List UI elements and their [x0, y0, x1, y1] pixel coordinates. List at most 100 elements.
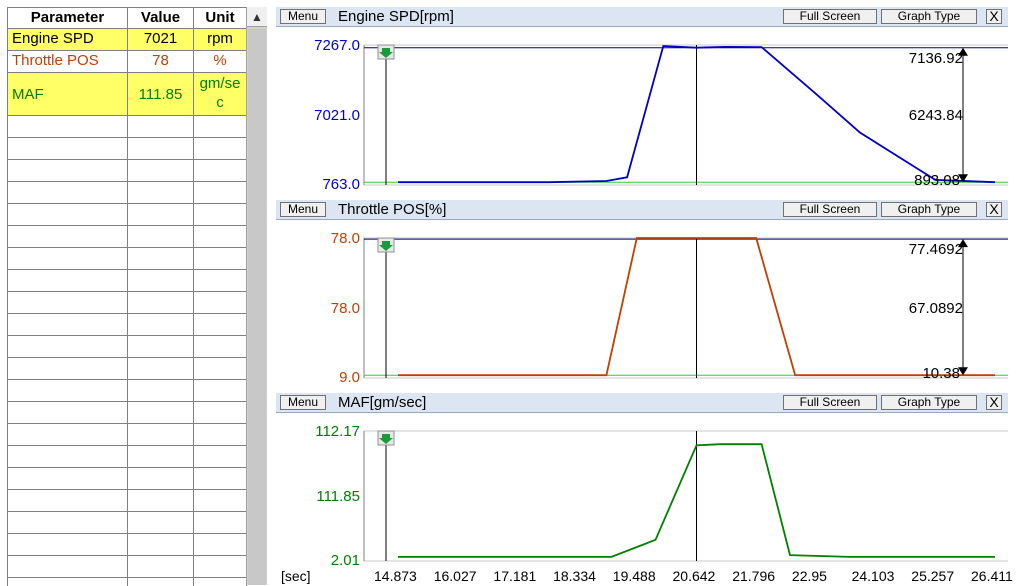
table-row-empty[interactable]	[8, 336, 247, 358]
table-row-empty[interactable]	[8, 182, 247, 204]
table-header-row: Parameter Value Unit	[8, 8, 247, 29]
graph-panel-throttle-pos: Menu Throttle POS[%] Full Screen Graph T…	[276, 200, 1008, 385]
table-row-empty[interactable]	[8, 270, 247, 292]
table-cell-empty	[8, 534, 128, 556]
table-row-empty[interactable]	[8, 292, 247, 314]
graph-panel-engine-spd: Menu Engine SPD[rpm] Full Screen Graph T…	[276, 7, 1008, 192]
throttle-pos-plot[interactable]: 78.0 78.0 9.0 77.4692 67.0892 10.38	[276, 220, 1008, 385]
cursor-delta-value: 6243.84	[909, 107, 963, 124]
table-cell-empty	[128, 204, 194, 226]
column-header-unit[interactable]: Unit	[194, 8, 247, 29]
scroll-up-arrow-icon[interactable]: ▲	[247, 7, 267, 27]
close-button[interactable]: X	[986, 202, 1002, 217]
cursor-top-value: 77.4692	[909, 241, 963, 258]
table-row-empty[interactable]	[8, 490, 247, 512]
y-tick-top: 112.17	[315, 423, 360, 440]
y-tick-mid: 111.85	[316, 488, 360, 505]
row-unit: %	[194, 51, 247, 73]
table-cell-empty	[8, 182, 128, 204]
table-cell-empty	[8, 468, 128, 490]
menu-button[interactable]: Menu	[280, 9, 326, 24]
cursor-delta-value: 67.0892	[909, 300, 963, 317]
table-cell-empty	[8, 248, 128, 270]
time-axis-tick: 26.411	[971, 568, 1013, 584]
table-row-empty[interactable]	[8, 138, 247, 160]
table-cell-empty	[194, 446, 247, 468]
table-cell-empty	[128, 248, 194, 270]
table-cell-empty	[8, 490, 128, 512]
table-row-empty[interactable]	[8, 424, 247, 446]
table-cell-empty	[128, 160, 194, 182]
table-row-empty[interactable]	[8, 358, 247, 380]
table-row-empty[interactable]	[8, 226, 247, 248]
table-row-maf[interactable]: MAF 111.85 gm/sec	[8, 73, 247, 116]
table-row-empty[interactable]	[8, 204, 247, 226]
table-row-empty[interactable]	[8, 402, 247, 424]
table-row-empty[interactable]	[8, 468, 247, 490]
table-row-engine-spd[interactable]: Engine SPD 7021 rpm	[8, 29, 247, 51]
full-screen-button[interactable]: Full Screen	[783, 9, 877, 24]
table-row-empty[interactable]	[8, 116, 247, 138]
graph-type-button[interactable]: Graph Type	[881, 9, 977, 24]
y-tick-top: 78.0	[331, 230, 360, 247]
plot-area	[363, 430, 1008, 562]
table-cell-empty	[8, 204, 128, 226]
time-axis-tick: 19.488	[612, 568, 656, 584]
table-row-empty[interactable]	[8, 556, 247, 578]
table-cell-empty	[128, 270, 194, 292]
table-cell-empty	[194, 556, 247, 578]
marker-down-arrow-icon	[377, 44, 395, 60]
scroll-thumb[interactable]	[248, 29, 266, 585]
row-value: 78	[128, 51, 194, 73]
table-row-empty[interactable]	[8, 512, 247, 534]
time-axis: [sec] 14.873 16.027 17.181 18.334 19.488 20.64…	[276, 568, 1013, 585]
table-row-empty[interactable]	[8, 314, 247, 336]
time-axis-tick: 16.027	[433, 568, 477, 584]
table-cell-empty	[194, 204, 247, 226]
table-row-empty[interactable]	[8, 248, 247, 270]
y-tick-mid: 7021.0	[314, 107, 360, 124]
close-button[interactable]: X	[986, 395, 1002, 410]
full-screen-button[interactable]: Full Screen	[783, 395, 877, 410]
table-cell-empty	[8, 358, 128, 380]
row-parameter-name: Engine SPD	[8, 29, 128, 51]
graph-title: MAF[gm/sec]	[338, 394, 427, 411]
row-unit: rpm	[194, 29, 247, 51]
table-row-throttle-pos[interactable]: Throttle POS 78 %	[8, 51, 247, 73]
table-cell-empty	[128, 226, 194, 248]
vertical-scrollbar[interactable]: ▲	[246, 7, 267, 585]
table-cell-empty	[128, 138, 194, 160]
menu-button[interactable]: Menu	[280, 202, 326, 217]
table-cell-empty	[194, 336, 247, 358]
table-cell-empty	[194, 270, 247, 292]
table-cell-empty	[194, 160, 247, 182]
engine-spd-plot[interactable]: 7267.0 7021.0 763.0 7136.92 6243.84 893.08	[276, 27, 1008, 192]
column-header-parameter[interactable]: Parameter	[8, 8, 128, 29]
maf-plot[interactable]: 112.17 111.85 2.01	[276, 413, 1008, 568]
table-cell-empty	[194, 534, 247, 556]
menu-button[interactable]: Menu	[280, 395, 326, 410]
table-cell-empty	[128, 314, 194, 336]
table-cell-empty	[194, 468, 247, 490]
graph-type-button[interactable]: Graph Type	[881, 202, 977, 217]
column-header-value[interactable]: Value	[128, 8, 194, 29]
table-row-empty[interactable]	[8, 446, 247, 468]
table-cell-empty	[8, 270, 128, 292]
row-parameter-name: Throttle POS	[8, 51, 128, 73]
table-cell-empty	[8, 314, 128, 336]
time-axis-tick: 25.257	[911, 568, 955, 584]
table-cell-empty	[8, 138, 128, 160]
time-axis-tick: 24.103	[851, 568, 895, 584]
table-cell-empty	[8, 226, 128, 248]
table-cell-empty	[8, 512, 128, 534]
table-row-empty[interactable]	[8, 534, 247, 556]
table-row-empty[interactable]	[8, 160, 247, 182]
table-row-empty[interactable]	[8, 380, 247, 402]
close-button[interactable]: X	[986, 9, 1002, 24]
graph-type-button[interactable]: Graph Type	[881, 395, 977, 410]
table-cell-empty	[128, 512, 194, 534]
graph-panel-header: Menu MAF[gm/sec] Full Screen Graph Type …	[276, 393, 1008, 413]
full-screen-button[interactable]: Full Screen	[783, 202, 877, 217]
table-cell-empty	[194, 248, 247, 270]
table-cell-empty	[128, 490, 194, 512]
